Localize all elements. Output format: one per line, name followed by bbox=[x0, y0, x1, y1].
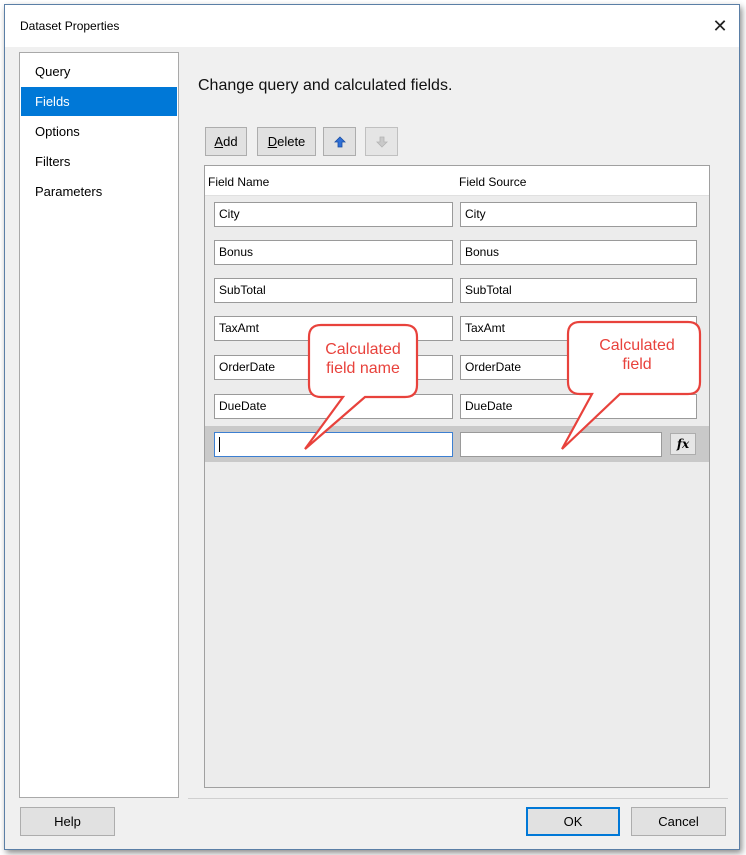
field-name-input[interactable]: SubTotal bbox=[214, 278, 453, 303]
title-bar: Dataset Properties ✕ bbox=[5, 5, 739, 47]
move-up-button[interactable] bbox=[323, 127, 356, 156]
move-down-button[interactable] bbox=[365, 127, 398, 156]
field-source-input[interactable]: Bonus bbox=[460, 240, 697, 265]
text-caret bbox=[219, 437, 220, 453]
field-name-input[interactable]: Bonus bbox=[214, 240, 453, 265]
sidebar-item-filters[interactable]: Filters bbox=[21, 147, 177, 176]
column-header-field-name: Field Name bbox=[208, 175, 270, 189]
page-heading: Change query and calculated fields. bbox=[198, 77, 453, 94]
ok-button[interactable]: OK bbox=[526, 807, 620, 836]
sidebar-item-query[interactable]: Query bbox=[21, 57, 177, 86]
callout-text-field-source: Calculated field bbox=[599, 337, 675, 373]
callout-text-field-name: Calculated field name bbox=[325, 341, 401, 377]
arrow-down-icon bbox=[375, 136, 388, 148]
arrow-up-icon bbox=[333, 135, 346, 147]
field-name-input[interactable]: City bbox=[214, 202, 453, 227]
delete-label-rest: elete bbox=[277, 134, 306, 149]
add-button[interactable]: Add bbox=[205, 127, 247, 156]
sidebar-item-fields[interactable]: Fields bbox=[21, 87, 177, 116]
footer-divider bbox=[188, 798, 728, 799]
add-access-key: A bbox=[214, 134, 224, 149]
add-label-rest: dd bbox=[223, 134, 238, 149]
help-button[interactable]: Help bbox=[20, 807, 115, 836]
field-source-input[interactable]: SubTotal bbox=[460, 278, 697, 303]
sidebar-item-options[interactable]: Options bbox=[21, 117, 177, 146]
dialog-title: Dataset Properties bbox=[20, 19, 120, 33]
sidebar-item-parameters[interactable]: Parameters bbox=[21, 177, 177, 206]
field-source-input[interactable]: City bbox=[460, 202, 697, 227]
sidebar: Query Fields Options Filters Parameters bbox=[19, 52, 179, 798]
delete-access-key: D bbox=[267, 134, 278, 149]
fields-grid: Field Name Field Source City City Bonus … bbox=[204, 165, 710, 788]
dataset-properties-dialog: Dataset Properties ✕ Query Fields Option… bbox=[4, 4, 740, 850]
cancel-button[interactable]: Cancel bbox=[631, 807, 726, 836]
delete-button[interactable]: Delete bbox=[257, 127, 316, 156]
close-icon[interactable]: ✕ bbox=[707, 13, 733, 39]
column-header-field-source: Field Source bbox=[459, 175, 527, 189]
grid-header: Field Name Field Source bbox=[205, 166, 709, 196]
